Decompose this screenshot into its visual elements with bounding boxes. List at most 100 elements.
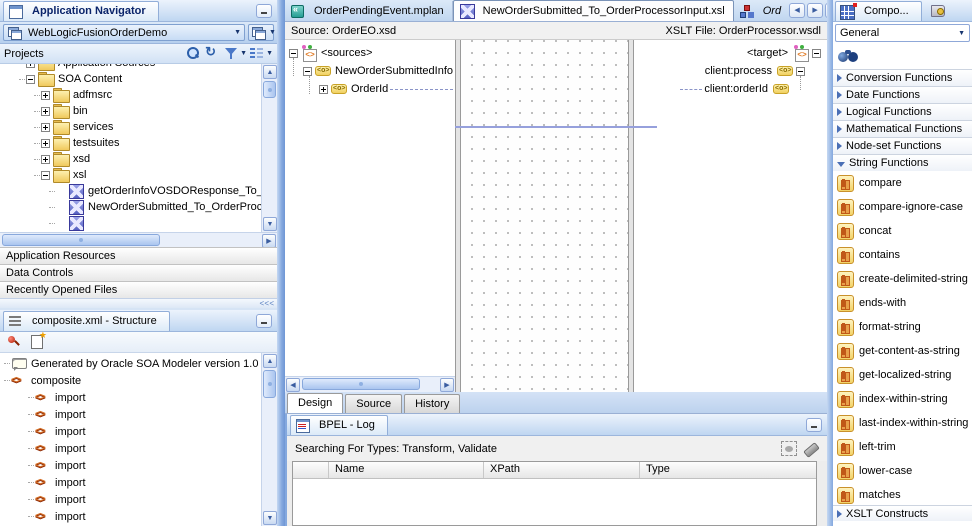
tree-expander[interactable] [41,106,50,116]
tree-expander[interactable] [289,48,298,58]
log-column-type[interactable]: Type [640,462,816,478]
tree-expander[interactable] [812,48,821,58]
vertical-splitter[interactable] [277,0,285,526]
palette-section-collapsed[interactable]: Logical Functions [833,103,972,120]
target-row-process[interactable]: client:process [634,62,827,80]
tab-newordersubmitted-xsl[interactable]: NewOrderSubmitted_To_OrderProcessorInput… [452,0,734,21]
tree-row[interactable]: Application Sources [0,64,261,71]
palette-item[interactable]: index-within-string [833,387,972,411]
palette-section-collapsed[interactable]: Conversion Functions [833,69,972,86]
palette-section-collapsed[interactable]: Date Functions [833,86,972,103]
palette-item[interactable]: last-index-within-string [833,411,972,435]
tree-row[interactable]: import [0,457,261,474]
structure-title-tab[interactable]: composite.xml - Structure [3,311,170,331]
palette-item[interactable]: format-string [833,315,972,339]
tab-ord-truncated[interactable]: Ord [734,1,789,21]
tree-row[interactable]: NewOrderSubmitted_To_OrderProce [0,199,261,215]
log-title-tab[interactable]: BPEL - Log [290,415,388,435]
collapse-strip[interactable]: < < < [0,298,277,308]
snapshot-icon[interactable] [781,441,797,456]
tab-design[interactable]: Design [287,393,344,413]
log-minimize-button[interactable] [806,418,822,432]
palette-item[interactable]: get-content-as-string [833,339,972,363]
palette-item[interactable]: contains [833,243,972,267]
tree-expander[interactable] [41,154,50,164]
workspace-menu-button[interactable]: ▼ [248,24,276,41]
palette-item[interactable]: compare [833,171,972,195]
tab-source[interactable]: Source [345,394,403,413]
tree-expander[interactable] [41,122,50,132]
tree-row[interactable]: composite [0,372,261,389]
scrollbar-thumb[interactable] [263,370,276,398]
scroll-tabs-right-button[interactable]: ▶ [807,3,824,18]
tree-row[interactable]: import [0,491,261,508]
chevron-down-icon[interactable]: ▼ [240,50,247,57]
tree-row[interactable]: xsd [0,151,261,167]
tree-row[interactable] [0,215,261,231]
clear-log-icon[interactable] [803,441,819,456]
new-view-icon[interactable] [29,330,47,350]
tree-row[interactable]: services [0,119,261,135]
palette-section-collapsed[interactable]: Node-set Functions [833,137,972,154]
tree-expander[interactable] [319,84,328,94]
scroll-tabs-left-button[interactable]: ◀ [789,3,806,18]
palette-section-string-functions[interactable]: String Functions [833,154,972,171]
tree-row[interactable]: getOrderInfoVOSDOResponse_To_u [0,183,261,199]
palette-item[interactable]: get-localized-string [833,363,972,387]
tree-row[interactable]: adfmsrc [0,87,261,103]
tree-row[interactable]: Generated by Oracle SOA Modeler version … [0,355,261,372]
tree-expander[interactable] [41,170,50,180]
target-row-orderid[interactable]: client:orderId [634,80,827,98]
tree-row[interactable]: import [0,508,261,525]
tree-row[interactable]: bin [0,103,261,119]
pin-icon[interactable] [6,334,23,350]
filter-icon[interactable] [223,46,240,62]
navigator-minimize-button[interactable] [256,4,272,18]
mapping-line-orderid[interactable] [455,126,657,128]
tree-row[interactable]: import [0,423,261,440]
palette-section-collapsed[interactable]: Mathematical Functions [833,120,972,137]
tree-row[interactable]: import [0,389,261,406]
tree-row[interactable]: import [0,406,261,423]
source-row-newordersubmittedinfo[interactable]: NewOrderSubmittedInfo [285,62,455,80]
source-row-sources[interactable]: <sources> [285,44,455,62]
palette-item[interactable]: lower-case [833,459,972,483]
palette-item[interactable]: create-delimited-string [833,267,972,291]
scrollbar-thumb[interactable] [2,234,160,246]
source-horizontal-scrollbar[interactable]: ◀ ▶ [285,376,455,392]
accordion-bar[interactable]: Recently Opened Files [0,281,277,298]
scroll-left-button[interactable]: ◀ [286,378,300,392]
tab-history[interactable]: History [404,394,461,413]
tree-row[interactable]: xsl [0,167,261,183]
scrollbar-thumb[interactable] [302,378,420,390]
structure-vertical-scrollbar[interactable]: ▲ ▼ [261,353,277,526]
log-table-body[interactable] [293,479,816,525]
palette-item[interactable]: compare-ignore-case [833,195,972,219]
refresh-icon[interactable] [204,44,221,62]
scroll-up-button[interactable]: ▲ [263,354,277,368]
scroll-right-button[interactable]: ▶ [262,234,276,247]
scroll-down-button[interactable]: ▼ [263,511,277,525]
source-row-orderid[interactable]: OrderId [285,80,455,98]
view-options-icon[interactable] [249,46,266,62]
palette-item[interactable]: left-trim [833,435,972,459]
mapping-canvas[interactable] [461,40,628,392]
log-column-name[interactable]: Name [329,462,484,478]
tab-component-palette[interactable]: Compo... [835,1,922,21]
scroll-up-button[interactable]: ▲ [263,65,277,79]
tree-expander[interactable] [303,66,312,76]
tree-row[interactable]: import [0,440,261,457]
find-icon[interactable] [837,49,861,64]
tree-row[interactable]: import [0,474,261,491]
chevron-down-icon[interactable]: ▼ [266,50,273,57]
scroll-right-button[interactable]: ▶ [440,378,454,392]
navigator-title-tab[interactable]: Application Navigator [3,1,159,21]
workspace-selector[interactable]: WebLogicFusionOrderDemo ▼ [3,24,245,41]
accordion-bar[interactable]: Data Controls [0,264,277,281]
scroll-down-button[interactable]: ▼ [263,217,277,231]
palette-item[interactable]: concat [833,219,972,243]
tab-resource-palette[interactable] [922,1,958,21]
target-row-target[interactable]: <target> [634,44,827,62]
accordion-bar[interactable]: Application Resources [0,247,277,264]
tree-expander[interactable] [26,74,35,84]
